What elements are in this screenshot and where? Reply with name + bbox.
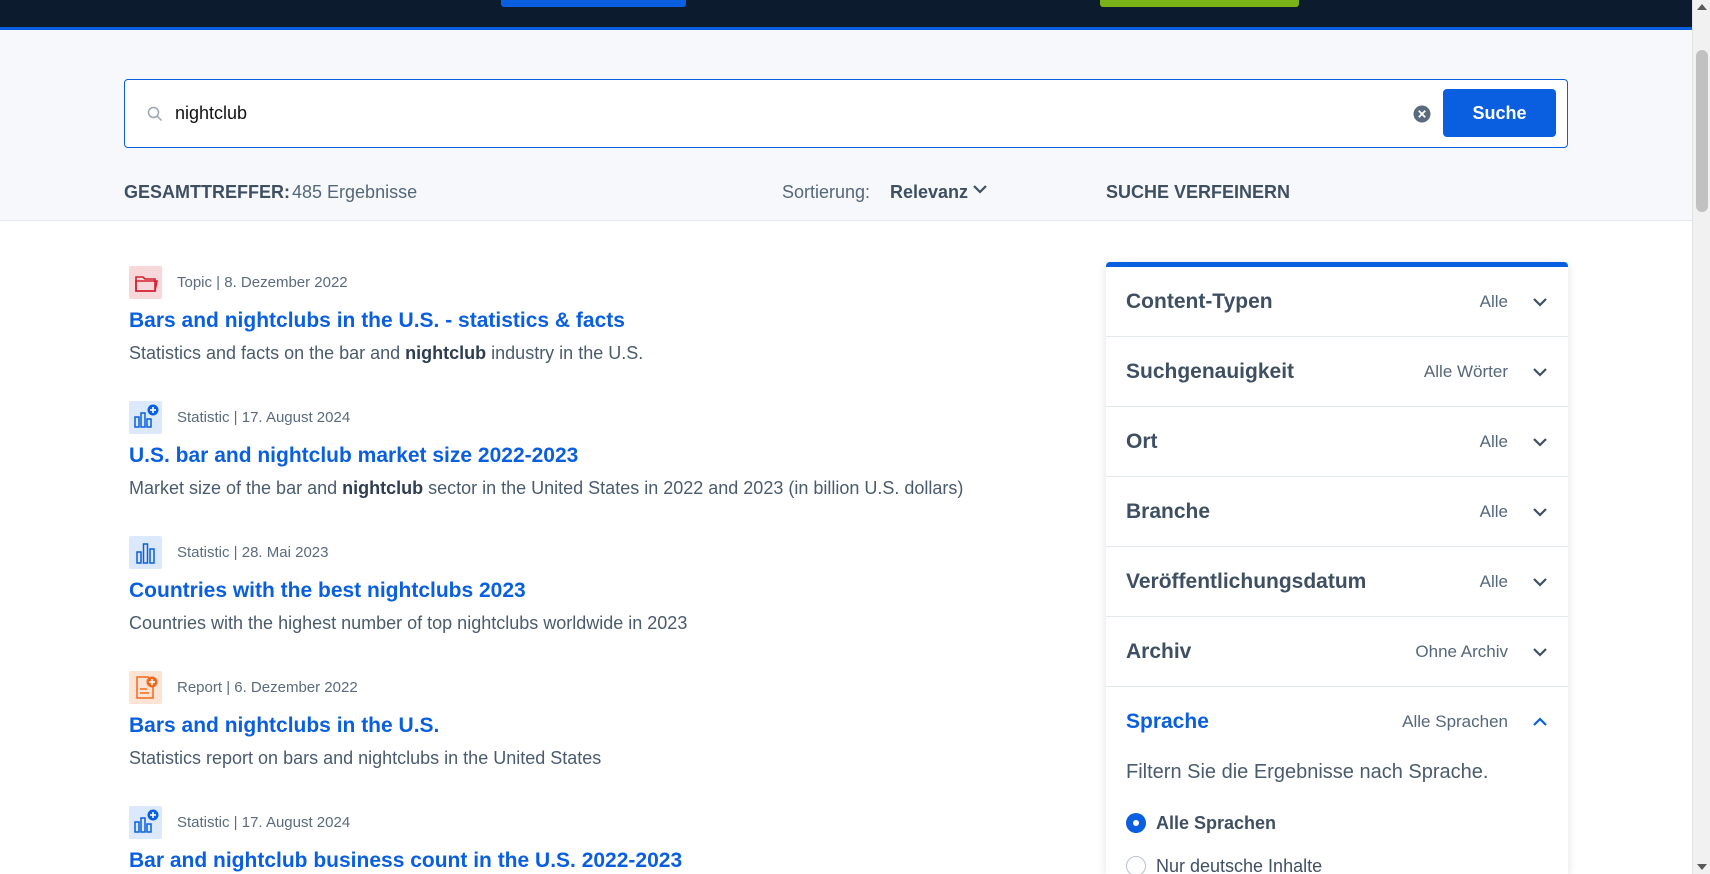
search-input[interactable] xyxy=(175,80,1375,146)
top-navigation-bar xyxy=(0,0,1692,30)
filter-name: Archiv xyxy=(1126,640,1192,663)
result-meta: Report | 6. Dezember 2022 xyxy=(177,679,358,696)
result-title-link[interactable]: Bar and nightclub business count in the … xyxy=(129,849,682,873)
language-filter-description: Filtern Sie die Ergebnisse nach Sprache. xyxy=(1126,761,1489,783)
result-title-link[interactable]: Bars and nightclubs in the U.S. xyxy=(129,714,439,738)
radio-all-languages[interactable] xyxy=(1126,813,1146,833)
result-description: Statistics and facts on the bar and nigh… xyxy=(129,343,644,363)
radio-label: Nur deutsche Inhalte xyxy=(1156,856,1323,874)
filter-industry[interactable]: Branche Alle xyxy=(1106,477,1568,547)
filter-archive[interactable]: Archiv Ohne Archiv xyxy=(1106,617,1568,687)
total-results-count: 485 Ergebnisse xyxy=(292,182,418,202)
filter-value: Ohne Archiv xyxy=(1415,642,1508,661)
filter-value: Alle xyxy=(1479,432,1508,451)
chevron-down-icon[interactable] xyxy=(1532,436,1548,448)
filter-value: Alle xyxy=(1479,292,1508,311)
scroll-thumb[interactable] xyxy=(1696,50,1708,212)
sort-dropdown[interactable]: Relevanz xyxy=(890,182,968,203)
page-scrollbar[interactable] xyxy=(1692,0,1710,874)
chevron-down-icon[interactable] xyxy=(1532,646,1548,658)
chevron-up-icon[interactable] xyxy=(1532,716,1548,728)
filter-name: Branche xyxy=(1126,500,1211,523)
top-green-button[interactable] xyxy=(1100,0,1299,7)
top-blue-button[interactable] xyxy=(501,0,686,7)
result-meta: Statistic | 17. August 2024 xyxy=(177,409,351,426)
statistic-plus-icon xyxy=(129,806,162,839)
filter-name: Content-Typen xyxy=(1126,290,1273,313)
sort-label: Sortierung: xyxy=(782,182,871,202)
result-title-link[interactable]: Countries with the best nightclubs 2023 xyxy=(129,579,526,603)
search-button[interactable]: Suche xyxy=(1443,89,1556,137)
radio-german-only[interactable] xyxy=(1126,856,1146,874)
chevron-down-icon[interactable] xyxy=(1532,506,1548,518)
clear-search-icon[interactable] xyxy=(1413,105,1431,123)
search-icon xyxy=(147,106,163,122)
filter-panel: Content-Typen Alle Suchgenauigkeit Alle … xyxy=(1106,262,1568,874)
result-meta: Statistic | 17. August 2024 xyxy=(177,814,351,831)
chevron-down-icon[interactable] xyxy=(1532,576,1548,588)
filter-value: Alle Sprachen xyxy=(1402,712,1508,731)
result-description: Statistics report on bars and nightclubs… xyxy=(129,748,602,768)
result-title-link[interactable]: U.S. bar and nightclub market size 2022-… xyxy=(129,444,578,468)
chevron-down-icon[interactable] xyxy=(1532,296,1548,308)
chevron-down-icon[interactable] xyxy=(972,183,988,195)
filter-location[interactable]: Ort Alle xyxy=(1106,407,1568,477)
folder-icon xyxy=(129,266,162,299)
chevron-down-icon[interactable] xyxy=(1532,366,1548,378)
bar-chart-icon xyxy=(129,536,162,569)
result-meta: Statistic | 28. Mai 2023 xyxy=(177,544,329,561)
filter-value: Alle xyxy=(1479,572,1508,591)
filter-content-types[interactable]: Content-Typen Alle xyxy=(1106,267,1568,337)
filter-publication-date[interactable]: Veröffentlichungsdatum Alle xyxy=(1106,547,1568,617)
filter-language[interactable]: Sprache Alle Sprachen xyxy=(1106,687,1568,757)
radio-label: Alle Sprachen xyxy=(1156,813,1277,833)
search-header: Suche GESAMTTREFFER: 485 Ergebnisse Sort… xyxy=(0,30,1692,221)
total-results-label: GESAMTTREFFER: xyxy=(124,182,290,202)
filter-name: Suchgenauigkeit xyxy=(1126,360,1295,383)
result-title-link[interactable]: Bars and nightclubs in the U.S. - statis… xyxy=(129,309,625,333)
filter-name: Veröffentlichungsdatum xyxy=(1126,570,1367,593)
result-description: Market size of the bar and nightclub sec… xyxy=(129,478,964,498)
report-icon xyxy=(129,671,162,704)
filter-name: Sprache xyxy=(1126,710,1209,733)
scroll-up-arrow-icon[interactable] xyxy=(1697,4,1707,10)
filter-value: Alle Wörter xyxy=(1423,362,1508,381)
search-bar: Suche xyxy=(124,79,1568,148)
filter-search-accuracy[interactable]: Suchgenauigkeit Alle Wörter xyxy=(1106,337,1568,407)
filter-name: Ort xyxy=(1126,430,1158,453)
filter-value: Alle xyxy=(1479,502,1508,521)
scroll-down-arrow-icon[interactable] xyxy=(1697,864,1707,870)
result-meta: Topic | 8. Dezember 2022 xyxy=(177,274,348,291)
result-description: Countries with the highest number of top… xyxy=(129,613,688,633)
statistic-plus-icon xyxy=(129,401,162,434)
refine-search-heading: SUCHE VERFEINERN xyxy=(1106,182,1291,202)
